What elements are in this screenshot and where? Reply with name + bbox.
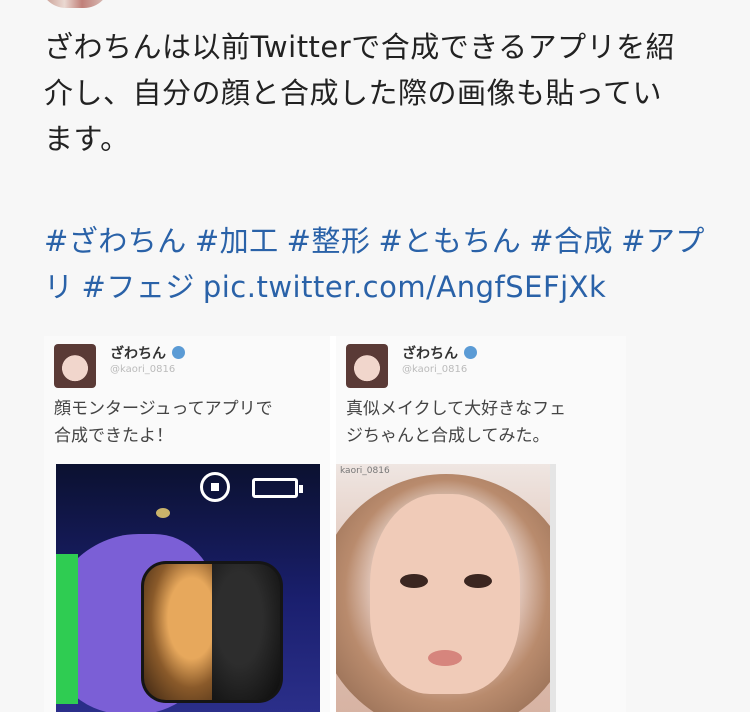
embedded-line: ジちゃんと合成してみた。 xyxy=(346,426,550,446)
hashtag-link[interactable]: #整形 xyxy=(287,224,371,258)
embedded-image[interactable]: ざわちん @kaori_0816 顔モンタージュってアプリで 合成できたよ！ ざ… xyxy=(44,336,626,712)
tweet-line: ざわちんは以前Twitterで合成できるアプリを紹 xyxy=(44,30,676,64)
user-name: ざわちん xyxy=(110,343,185,363)
cat-half xyxy=(212,564,280,700)
verified-badge-icon xyxy=(172,346,185,359)
mona-lisa-half xyxy=(144,564,212,700)
embedded-tweet-left: ざわちん @kaori_0816 顔モンタージュってアプリで 合成できたよ！ xyxy=(44,336,330,712)
embedded-tweet-text: 真似メイクして大好きなフェ ジちゃんと合成してみた。 xyxy=(346,396,566,450)
user-handle: @kaori_0816 xyxy=(402,364,468,375)
app-screenshot xyxy=(56,464,320,712)
avatar-peek xyxy=(40,0,110,8)
embedded-line: 合成できたよ！ xyxy=(54,426,173,446)
hashtag-block: #ざわちん #加工 #整形 #ともちん #合成 #アプ リ #フェジ pic.twitter.… xyxy=(44,218,724,310)
avatar xyxy=(54,344,96,388)
photo-caption: kaori_0816 xyxy=(340,466,390,476)
tweet-line: ます。 xyxy=(44,122,130,156)
embedded-tweet-right: ざわちん @kaori_0816 真似メイクして大好きなフェ ジちゃんと合成して… xyxy=(336,336,626,712)
hashtag-link[interactable]: #合成 xyxy=(529,224,613,258)
verified-badge-icon xyxy=(464,346,477,359)
tweet-line: 介し、自分の顔と合成した際の画像も貼ってい xyxy=(44,76,663,110)
embedded-tweet-text: 顔モンタージュってアプリで 合成できたよ！ xyxy=(54,396,273,450)
divider xyxy=(550,464,556,712)
eye xyxy=(400,574,428,588)
cat-eye xyxy=(156,508,170,518)
rotate-lock-icon xyxy=(200,472,230,502)
hashtag-link[interactable]: #加工 xyxy=(195,224,279,258)
face-photo: kaori_0816 xyxy=(336,464,550,712)
hashtag-link[interactable]: #ともちん xyxy=(378,224,521,258)
hashtag-link[interactable]: #フェジ xyxy=(82,270,195,304)
decorative-shape xyxy=(56,554,78,704)
app-icon xyxy=(144,564,280,700)
battery-icon xyxy=(252,478,303,498)
hashtag-link[interactable]: #ざわちん xyxy=(44,224,187,258)
tweet-body: ざわちんは以前Twitterで合成できるアプリを紹 介し、自分の顔と合成した際の… xyxy=(44,24,724,162)
pic-link[interactable]: pic.twitter.com/AngfSEFjXk xyxy=(203,270,607,304)
hashtag-link[interactable]: #アプ xyxy=(621,224,705,258)
hashtag-link-continued[interactable]: リ xyxy=(44,270,74,304)
user-name: ざわちん xyxy=(402,343,477,363)
user-handle: @kaori_0816 xyxy=(110,364,176,375)
lips xyxy=(428,650,462,666)
eye xyxy=(464,574,492,588)
avatar xyxy=(346,344,388,388)
embedded-line: 真似メイクして大好きなフェ xyxy=(346,399,567,419)
embedded-line: 顔モンタージュってアプリで xyxy=(54,399,273,419)
